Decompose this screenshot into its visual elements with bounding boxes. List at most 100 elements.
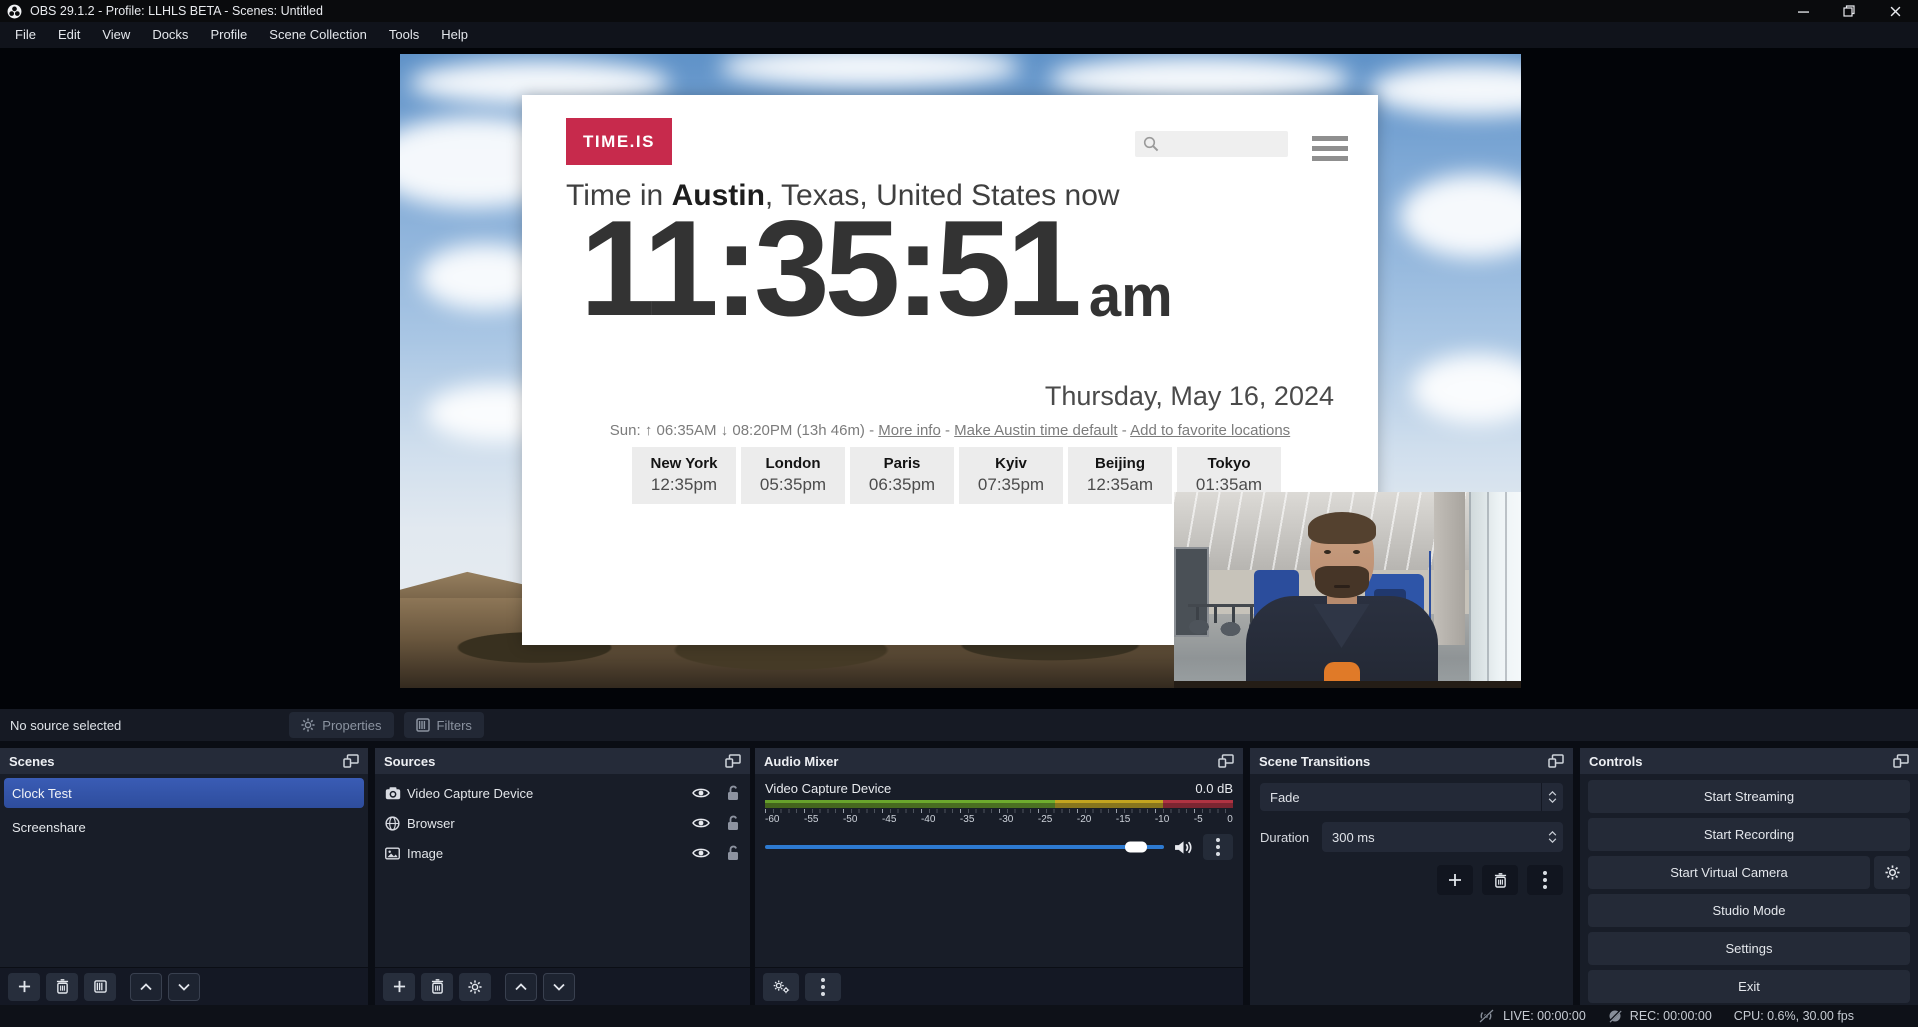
cpu-fps-status: CPU: 0.6%, 30.00 fps bbox=[1734, 1009, 1854, 1023]
volume-slider[interactable] bbox=[765, 839, 1164, 855]
menu-tools[interactable]: Tools bbox=[378, 22, 430, 48]
menu-edit[interactable]: Edit bbox=[47, 22, 91, 48]
person-head bbox=[1310, 516, 1374, 596]
mixer-menu-button[interactable] bbox=[805, 973, 841, 1001]
mixer-options-button[interactable] bbox=[1203, 834, 1233, 860]
visibility-toggle[interactable] bbox=[692, 787, 710, 799]
remove-transition-button[interactable] bbox=[1482, 865, 1518, 895]
scene-move-up-button[interactable] bbox=[130, 973, 162, 1001]
trash-icon bbox=[56, 979, 69, 994]
scene-transitions-panel: Scene Transitions Fade Du bbox=[1250, 748, 1573, 1005]
audio-mixer-header: Audio Mixer bbox=[755, 748, 1243, 774]
popout-icon[interactable] bbox=[725, 754, 741, 768]
city-tile: Kyiv07:35pm bbox=[959, 447, 1063, 504]
remove-scene-button[interactable] bbox=[46, 973, 78, 1001]
live-status: LIVE: 00:00:00 bbox=[1477, 1009, 1586, 1023]
scene-move-down-button[interactable] bbox=[168, 973, 200, 1001]
menubar: File Edit View Docks Profile Scene Colle… bbox=[0, 22, 1918, 48]
lock-toggle[interactable] bbox=[726, 845, 740, 861]
menu-help[interactable]: Help bbox=[430, 22, 479, 48]
sources-toolbar bbox=[375, 967, 750, 1005]
add-transition-button[interactable] bbox=[1437, 865, 1473, 895]
eye-icon bbox=[692, 787, 710, 799]
scene-filters-button[interactable] bbox=[84, 973, 116, 1001]
close-button[interactable] bbox=[1872, 0, 1918, 22]
advanced-audio-button[interactable] bbox=[763, 973, 799, 1001]
source-move-down-button[interactable] bbox=[543, 973, 575, 1001]
program-preview[interactable]: TIME.IS Time in Austin, Texas, United St… bbox=[400, 54, 1521, 688]
source-row-image[interactable]: Image bbox=[375, 838, 750, 868]
menu-view[interactable]: View bbox=[91, 22, 141, 48]
virtual-camera-settings-button[interactable] bbox=[1874, 856, 1910, 889]
source-status-text: No source selected bbox=[10, 718, 121, 733]
titlebar: OBS 29.1.2 - Profile: LLHLS BETA - Scene… bbox=[0, 0, 1918, 22]
controls-header: Controls bbox=[1580, 748, 1918, 774]
scene-item-clock-test[interactable]: Clock Test bbox=[4, 778, 364, 808]
kebab-icon bbox=[1543, 878, 1547, 882]
visibility-toggle[interactable] bbox=[692, 817, 710, 829]
volume-meter bbox=[765, 800, 1233, 808]
scenes-list: Clock Test Screenshare bbox=[0, 778, 368, 842]
camera-icon bbox=[385, 787, 407, 800]
add-scene-button[interactable] bbox=[8, 973, 40, 1001]
mute-toggle[interactable] bbox=[1174, 840, 1193, 855]
plus-icon bbox=[1448, 873, 1462, 887]
menu-scene-collection[interactable]: Scene Collection bbox=[258, 22, 378, 48]
popout-icon[interactable] bbox=[1893, 754, 1909, 768]
eye-icon bbox=[692, 817, 710, 829]
filters-button[interactable]: Filters bbox=[404, 712, 484, 738]
transitions-header: Scene Transitions bbox=[1250, 748, 1573, 774]
city-tile: Beijing12:35am bbox=[1068, 447, 1172, 504]
popout-icon[interactable] bbox=[1548, 754, 1564, 768]
source-action-bar: No source selected Properties Filters bbox=[0, 709, 1918, 741]
scenes-header: Scenes bbox=[0, 748, 368, 774]
source-row-browser[interactable]: Browser bbox=[375, 808, 750, 838]
source-properties-button[interactable] bbox=[459, 973, 491, 1001]
exit-button[interactable]: Exit bbox=[1588, 970, 1910, 1003]
kebab-icon bbox=[1216, 845, 1220, 849]
start-recording-button[interactable]: Start Recording bbox=[1588, 818, 1910, 851]
unlock-icon bbox=[726, 845, 740, 861]
spinbox-chevrons[interactable] bbox=[1541, 822, 1563, 852]
transition-options-button[interactable] bbox=[1527, 865, 1563, 895]
popout-icon[interactable] bbox=[343, 754, 359, 768]
settings-button[interactable]: Settings bbox=[1588, 932, 1910, 965]
menu-profile[interactable]: Profile bbox=[199, 22, 258, 48]
add-source-button[interactable] bbox=[383, 973, 415, 1001]
menu-docks[interactable]: Docks bbox=[141, 22, 199, 48]
lock-toggle[interactable] bbox=[726, 815, 740, 831]
remove-source-button[interactable] bbox=[421, 973, 453, 1001]
minimize-button[interactable] bbox=[1780, 0, 1826, 22]
source-move-up-button[interactable] bbox=[505, 973, 537, 1001]
start-virtual-camera-button[interactable]: Start Virtual Camera bbox=[1588, 856, 1870, 889]
sun-info-line: Sun: ↑ 06:35AM ↓ 08:20PM (13h 46m) - Mor… bbox=[522, 422, 1378, 439]
city-tile: New York12:35pm bbox=[632, 447, 736, 504]
sources-header: Sources bbox=[375, 748, 750, 774]
volume-slider-handle[interactable] bbox=[1125, 842, 1147, 853]
mixer-channel: Video Capture Device 0.0 dB -60-55-50-45… bbox=[755, 774, 1243, 860]
make-default-link: Make Austin time default bbox=[954, 422, 1117, 439]
timeis-logo: TIME.IS bbox=[566, 118, 672, 165]
popout-icon[interactable] bbox=[1218, 754, 1234, 768]
chevron-down-icon bbox=[1548, 798, 1557, 803]
start-streaming-button[interactable]: Start Streaming bbox=[1588, 780, 1910, 813]
lock-toggle[interactable] bbox=[726, 785, 740, 801]
properties-button[interactable]: Properties bbox=[289, 712, 393, 738]
clock-digits: 11:35:51 bbox=[580, 195, 1077, 342]
scene-item-screenshare[interactable]: Screenshare bbox=[4, 812, 364, 842]
menu-file[interactable]: File bbox=[4, 22, 47, 48]
image-icon bbox=[385, 847, 407, 860]
restore-button[interactable] bbox=[1826, 0, 1872, 22]
transition-select[interactable]: Fade bbox=[1260, 783, 1563, 811]
chevron-down-icon bbox=[553, 983, 565, 991]
meter-ticks bbox=[765, 809, 1233, 813]
source-row-video-capture[interactable]: Video Capture Device bbox=[375, 778, 750, 808]
preview-viewport: TIME.IS Time in Austin, Texas, United St… bbox=[0, 48, 1918, 709]
select-chevrons bbox=[1541, 783, 1563, 811]
cloud bbox=[1412, 354, 1521, 424]
scenes-panel: Scenes Clock Test Screenshare bbox=[0, 748, 368, 1005]
duration-spinbox[interactable]: 300 ms bbox=[1322, 822, 1563, 852]
visibility-toggle[interactable] bbox=[692, 847, 710, 859]
studio-mode-button[interactable]: Studio Mode bbox=[1588, 894, 1910, 927]
globe-icon bbox=[385, 816, 407, 831]
